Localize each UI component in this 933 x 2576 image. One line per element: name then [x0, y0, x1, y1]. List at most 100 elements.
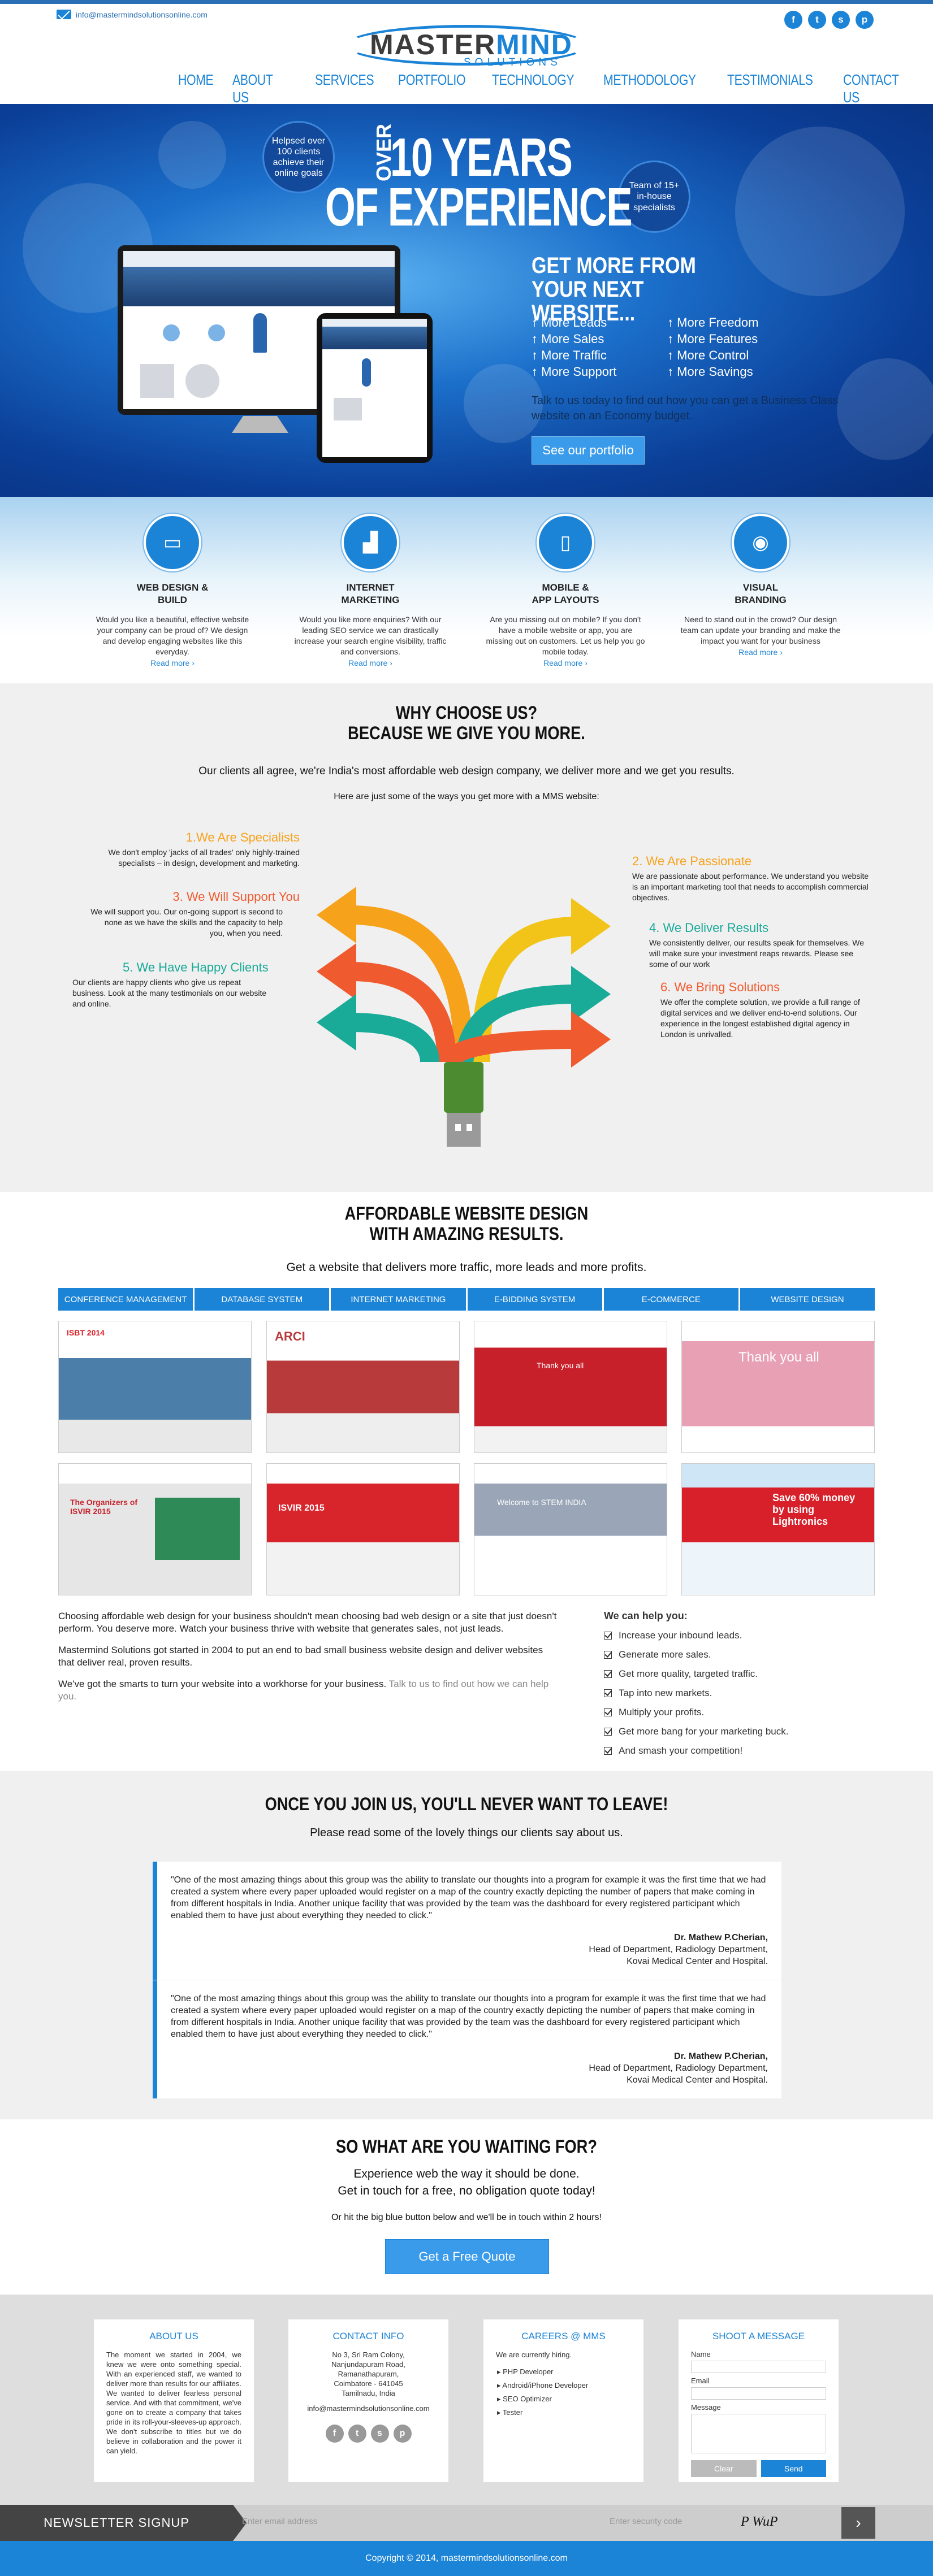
read-more-link[interactable]: Read more ›	[676, 648, 845, 657]
service-text: Would you like a beautiful, effective we…	[96, 615, 249, 656]
career-item[interactable]: ▸ SEO Optimizer	[497, 2392, 631, 2406]
career-item[interactable]: ▸ PHP Developer	[497, 2365, 631, 2379]
why-item-text: Our clients are happy clients who give u…	[72, 978, 267, 1008]
hero-experience: OF EXPERIENCE	[325, 177, 632, 237]
bullet: ↑ More Sales	[532, 332, 604, 346]
portfolio-thumb[interactable]: Thank you all	[681, 1321, 875, 1453]
logo-tagline: SOLUTIONS	[464, 57, 561, 68]
clear-button[interactable]: Clear	[691, 2460, 757, 2477]
contact-address: No 3, Sri Ram Colony, Nanjundapuram Road,…	[331, 2351, 405, 2397]
read-more-link[interactable]: Read more ›	[481, 658, 650, 667]
why-item-heading: 4. We Deliver Results	[649, 921, 769, 935]
security-code-input[interactable]: Enter security code	[610, 2514, 723, 2531]
career-item[interactable]: ▸ Android/iPhone Developer	[497, 2379, 631, 2392]
checkbox-icon	[604, 1689, 612, 1697]
tab-ebidding[interactable]: E-BIDDING SYSTEM	[467, 1288, 602, 1311]
services-section: ▭ WEB DESIGN & BUILD Would you like a bea…	[0, 497, 933, 683]
nav-services[interactable]: SERVICES	[315, 71, 374, 106]
portfolio-thumb[interactable]: Welcome to STEM INDIA	[474, 1463, 667, 1595]
why-item-text: We will support you. Our on-going suppor…	[90, 907, 283, 938]
checkbox-icon	[604, 1651, 612, 1659]
checkbox-icon	[604, 1632, 612, 1640]
bullet: ↑ More Savings	[667, 365, 753, 379]
why-item-heading: 3. We Will Support You	[172, 890, 300, 904]
careers-title: CAREERS @ MMS	[521, 2331, 606, 2341]
newsletter-submit-button[interactable]: ›	[841, 2507, 875, 2539]
mail-icon	[57, 10, 71, 19]
why-intro: Our clients all agree, we're India's mos…	[198, 765, 735, 777]
message-field[interactable]	[691, 2414, 826, 2453]
contact-card: CONTACT INFO No 3, Sri Ram Colony, Nanjun…	[288, 2319, 448, 2482]
why-item-heading: 6. We Bring Solutions	[660, 980, 780, 994]
about-text: The moment we started in 2004, we knew w…	[106, 2351, 241, 2455]
facebook-icon[interactable]: f	[784, 11, 802, 29]
pinterest-icon[interactable]: p	[393, 2425, 412, 2443]
help-item: Increase your inbound leads.	[604, 1630, 875, 1641]
read-more-link[interactable]: Read more ›	[88, 658, 257, 667]
tab-conference[interactable]: CONFERENCE MANAGEMENT	[58, 1288, 193, 1311]
nav-testimonials[interactable]: TESTIMONIALS	[727, 71, 813, 106]
portfolio-thumb[interactable]: Save 60% money by using Lightronics	[681, 1463, 875, 1595]
tab-ecommerce[interactable]: E-COMMERCE	[603, 1288, 738, 1311]
about-card: ABOUT US The moment we started in 2004, …	[94, 2319, 254, 2482]
bullet: ↑ More Support	[532, 365, 617, 379]
nav-methodology[interactable]: METHODOLOGY	[603, 71, 696, 106]
portfolio-para: We've got the smarts to turn your websit…	[58, 1679, 549, 1702]
footer-social: f t s p	[301, 2425, 436, 2443]
checkbox-icon	[604, 1747, 612, 1755]
portfolio-thumb[interactable]: Thank you all	[474, 1321, 667, 1453]
skype-icon[interactable]: s	[370, 2425, 389, 2443]
pinterest-icon[interactable]: p	[856, 11, 874, 29]
nav-contact[interactable]: CONTACT US	[843, 71, 917, 106]
facebook-icon[interactable]: f	[325, 2425, 344, 2443]
skype-icon[interactable]: s	[832, 11, 850, 29]
twitter-icon[interactable]: t	[348, 2425, 366, 2443]
read-more-link[interactable]: Read more ›	[286, 658, 455, 667]
portfolio-thumb[interactable]: ISVIR 2015	[266, 1463, 460, 1595]
nav-technology[interactable]: TECHNOLOGY	[492, 71, 575, 106]
portfolio-thumb[interactable]: ISBT 2014	[58, 1321, 252, 1453]
service-branding: ◉ VISUAL BRANDING Need to stand out in th…	[676, 514, 845, 657]
name-field[interactable]	[691, 2361, 826, 2373]
portfolio-copy: Choosing affordable web design for your …	[58, 1610, 561, 1703]
see-portfolio-button[interactable]: See our portfolio	[532, 436, 645, 465]
bullet: ↑ More Leads	[532, 315, 607, 329]
portfolio-thumb[interactable]: ARCI	[266, 1321, 460, 1453]
logo[interactable]: MASTERMIND SOLUTIONS	[345, 25, 588, 68]
nav-home[interactable]: HOME	[178, 71, 214, 106]
nav-about[interactable]: ABOUT US	[232, 71, 291, 106]
portfolio-section: AFFORDABLE WEBSITE DESIGN WITH AMAZING RE…	[0, 1192, 933, 1771]
about-title: ABOUT US	[149, 2331, 198, 2341]
checkbox-icon	[604, 1728, 612, 1736]
top-email-text[interactable]: info@mastermindsolutionsonline.com	[76, 10, 208, 19]
email-field[interactable]	[691, 2387, 826, 2400]
newsletter-email-input[interactable]: Enter email address	[242, 2514, 593, 2531]
tablet-mockup	[317, 313, 433, 463]
tab-database[interactable]: DATABASE SYSTEM	[195, 1288, 330, 1311]
tab-website-design[interactable]: WEBSITE DESIGN	[740, 1288, 875, 1311]
portfolio-thumb[interactable]: The Organizers of ISVIR 2015	[58, 1463, 252, 1595]
checkbox-icon	[604, 1708, 612, 1716]
twitter-icon[interactable]: t	[808, 11, 826, 29]
testimonial-author: Dr. Mathew P.Cherian, Head of Department…	[589, 2052, 768, 2085]
copyright-bar: Copyright © 2014, mastermindsolutionsonl…	[0, 2541, 933, 2576]
bullets-right: ↑ More Freedom ↑ More Features ↑ More Co…	[667, 314, 758, 380]
testimonials-sub: Please read some of the lovely things ou…	[310, 1827, 623, 1839]
contact-email[interactable]: info@mastermindsolutionsonline.com	[301, 2404, 436, 2413]
testimonial-quote: "One of the most amazing things about th…	[171, 1994, 766, 2039]
free-quote-button[interactable]: Get a Free Quote	[385, 2239, 549, 2274]
career-item[interactable]: ▸ Tester	[497, 2406, 631, 2419]
send-button[interactable]: Send	[761, 2460, 826, 2477]
portfolio-para: Choosing affordable web design for your …	[58, 1611, 557, 1634]
email-label: Email	[691, 2376, 710, 2385]
nav-portfolio[interactable]: PORTFOLIO	[398, 71, 466, 106]
name-label: Name	[691, 2350, 711, 2358]
top-email[interactable]: info@mastermindsolutionsonline.com	[57, 10, 208, 19]
cta-note: Or hit the big blue button below and we'…	[331, 2213, 602, 2222]
main-nav: HOME ABOUT US SERVICES PORTFOLIO TECHNOL…	[178, 71, 933, 106]
portfolio-para: Mastermind Solutions got started in 2004…	[58, 1645, 543, 1668]
monitor-stand	[232, 416, 288, 433]
help-item: And smash your competition!	[604, 1745, 875, 1757]
tab-internet-marketing[interactable]: INTERNET MARKETING	[331, 1288, 466, 1311]
logo-name-a: MASTER	[370, 29, 496, 60]
